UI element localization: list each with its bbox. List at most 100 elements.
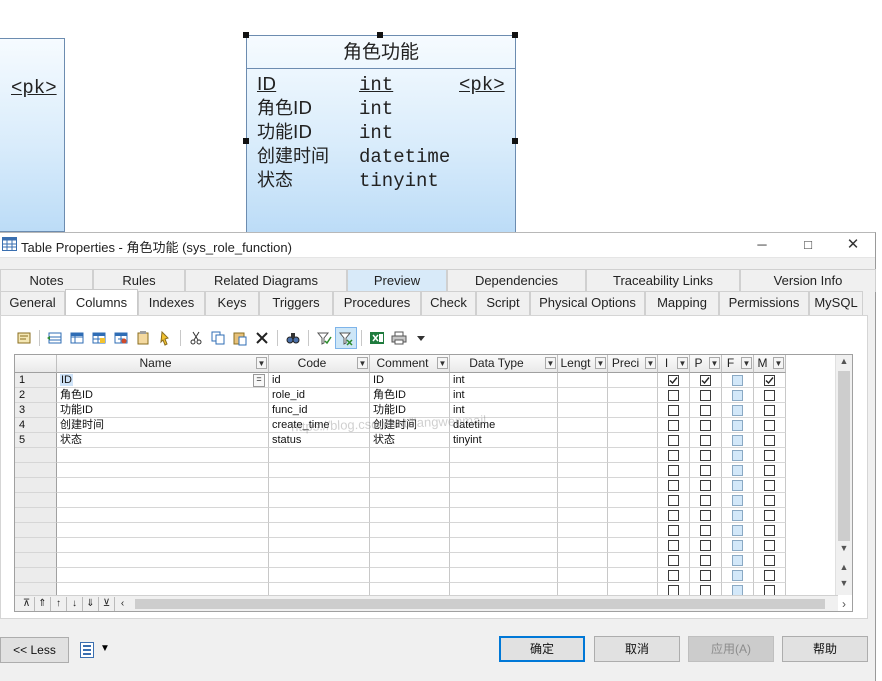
row-number[interactable]: 4	[15, 418, 57, 433]
cell-name[interactable]: 功能ID	[57, 403, 269, 418]
cell-length[interactable]	[558, 433, 608, 448]
column-header-lengt[interactable]: Lengt ▼	[558, 355, 608, 373]
cell-name[interactable]: 角色ID	[57, 388, 269, 403]
cell-comment[interactable]: 角色ID	[370, 388, 450, 403]
checkbox-p[interactable]	[700, 419, 711, 431]
cell-length[interactable]	[558, 373, 608, 388]
checkbox-m[interactable]	[764, 374, 775, 386]
cell-length[interactable]	[558, 508, 608, 523]
page-down-icon[interactable]: ▼	[836, 578, 852, 588]
column-header-f[interactable]: F ▼	[722, 355, 754, 373]
cell-length[interactable]	[558, 538, 608, 553]
tab-related-diagrams[interactable]: Related Diagrams	[185, 269, 347, 292]
checkbox-m[interactable]	[764, 404, 775, 416]
cell-precision[interactable]	[608, 373, 658, 388]
row-up-icon[interactable]: ↑	[51, 597, 67, 611]
cell-name[interactable]: 创建时间	[57, 418, 269, 433]
find-rows-icon[interactable]	[154, 327, 176, 349]
cell-f[interactable]	[722, 478, 754, 493]
page-up-icon[interactable]: ▲	[836, 562, 852, 572]
cell-code[interactable]	[269, 463, 370, 478]
cell-type[interactable]: int	[450, 388, 558, 403]
find-icon[interactable]	[282, 327, 304, 349]
checkbox-p[interactable]	[700, 434, 711, 446]
cell-p[interactable]	[690, 493, 722, 508]
tab-indexes[interactable]: Indexes	[138, 291, 205, 315]
tab-triggers[interactable]: Triggers	[259, 291, 333, 315]
cell-precision[interactable]	[608, 418, 658, 433]
excel-export-icon[interactable]	[366, 327, 388, 349]
cell-m[interactable]	[754, 403, 786, 418]
cell-type[interactable]: int	[450, 373, 558, 388]
horizontal-scroll-thumb[interactable]	[135, 599, 825, 609]
cell-name[interactable]: ID =	[57, 373, 269, 388]
ok-button[interactable]: 确定	[499, 636, 585, 662]
title-bar[interactable]: Table Properties - 角色功能 (sys_role_functi…	[0, 233, 875, 258]
dropdown-arrow-icon[interactable]	[410, 327, 432, 349]
column-filter-arrow-icon[interactable]: ▼	[595, 357, 606, 369]
cell-precision[interactable]	[608, 448, 658, 463]
column-filter-arrow-icon[interactable]: ▼	[677, 357, 688, 369]
row-number[interactable]: 5	[15, 433, 57, 448]
cell-p[interactable]	[690, 448, 722, 463]
cell-type[interactable]: tinyint	[450, 433, 558, 448]
cell-type[interactable]	[450, 568, 558, 583]
columns-grid[interactable]: Name ▼ Code ▼ Comment ▼ Data Type ▼ Lengt ▼ Preci ▼…	[14, 354, 853, 612]
tab-mapping[interactable]: Mapping	[645, 291, 719, 315]
cell-precision[interactable]	[608, 568, 658, 583]
cell-f[interactable]	[722, 508, 754, 523]
checkbox-i[interactable]	[668, 449, 679, 461]
cell-name[interactable]	[57, 448, 269, 463]
cell-f[interactable]	[722, 538, 754, 553]
column-header-i[interactable]: I ▼	[658, 355, 690, 373]
checkbox-m[interactable]	[764, 419, 775, 431]
column-header-name[interactable]: Name ▼	[57, 355, 269, 373]
cell-comment[interactable]: 状态	[370, 433, 450, 448]
cell-m[interactable]	[754, 493, 786, 508]
scroll-left-icon[interactable]: ‹	[115, 597, 130, 611]
cell-i[interactable]	[658, 538, 690, 553]
properties-icon[interactable]	[13, 327, 35, 349]
row-number[interactable]	[15, 538, 57, 553]
tab-script[interactable]: Script	[476, 291, 530, 315]
cell-i[interactable]	[658, 373, 690, 388]
cell-length[interactable]	[558, 448, 608, 463]
cell-type[interactable]	[450, 448, 558, 463]
tab-permissions[interactable]: Permissions	[719, 291, 809, 315]
row-number[interactable]	[15, 508, 57, 523]
checkbox-i[interactable]	[668, 494, 679, 506]
close-icon[interactable]: ✕	[830, 233, 876, 257]
row-down-icon[interactable]: ↓	[67, 597, 83, 611]
cell-p[interactable]	[690, 538, 722, 553]
cell-p[interactable]	[690, 403, 722, 418]
tab-version-info[interactable]: Version Info	[740, 269, 876, 292]
scroll-right-icon[interactable]: ›	[836, 597, 852, 611]
cell-p[interactable]	[690, 523, 722, 538]
selection-handle[interactable]	[243, 32, 249, 38]
cell-type[interactable]	[450, 478, 558, 493]
cell-type[interactable]	[450, 553, 558, 568]
cell-f[interactable]	[722, 403, 754, 418]
cell-precision[interactable]	[608, 463, 658, 478]
checkbox-p[interactable]	[700, 494, 711, 506]
checkbox-m[interactable]	[764, 389, 775, 401]
row-number[interactable]	[15, 448, 57, 463]
checkbox-m[interactable]	[764, 449, 775, 461]
horizontal-scrollbar[interactable]: ⊼ ⇑ ↑ ↓ ⇓ ⊻ ‹ ›	[15, 595, 846, 611]
cell-i[interactable]	[658, 388, 690, 403]
cell-name[interactable]	[57, 568, 269, 583]
column-filter-arrow-icon[interactable]: ▼	[741, 357, 752, 369]
row-number[interactable]	[15, 463, 57, 478]
cell-precision[interactable]	[608, 403, 658, 418]
apply-button[interactable]: 应用(A)	[688, 636, 774, 662]
tab-traceability-links[interactable]: Traceability Links	[586, 269, 740, 292]
cell-comment[interactable]	[370, 568, 450, 583]
maximize-icon[interactable]: □	[785, 233, 831, 257]
checkbox-p[interactable]	[700, 449, 711, 461]
cell-i[interactable]	[658, 568, 690, 583]
column-filter-arrow-icon[interactable]: ▼	[256, 357, 267, 369]
cell-code[interactable]	[269, 523, 370, 538]
checkbox-p[interactable]	[700, 569, 711, 581]
cell-f[interactable]	[722, 418, 754, 433]
tab-dependencies[interactable]: Dependencies	[447, 269, 586, 292]
